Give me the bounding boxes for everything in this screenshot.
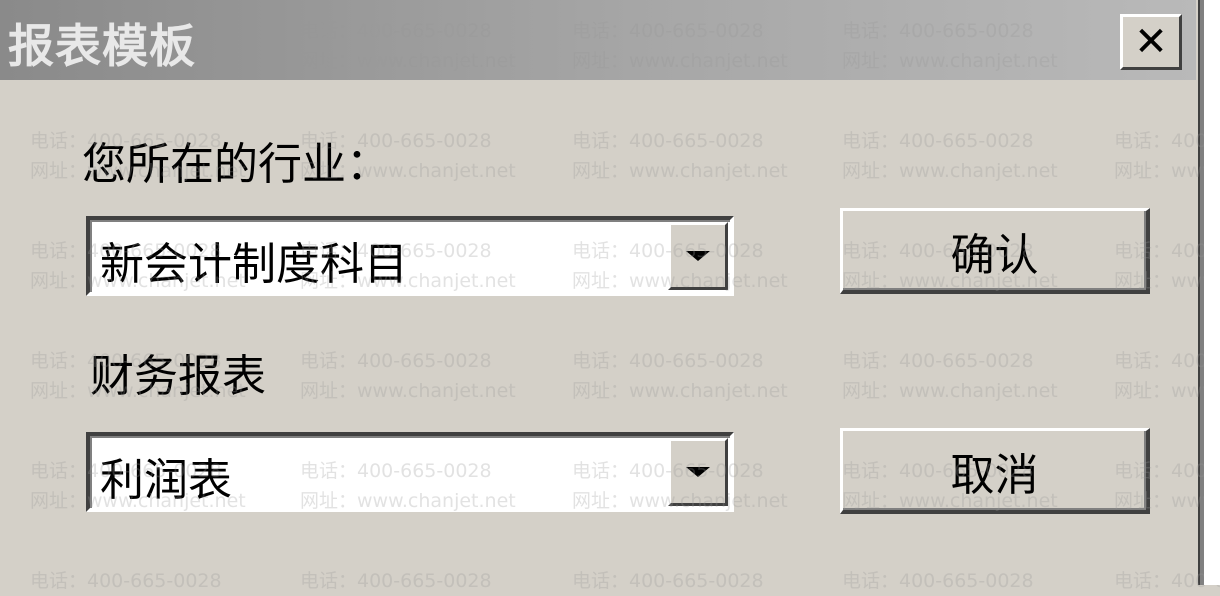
watermark-text: 电话：400-665-0028网址：www.chanjet.net <box>572 350 788 402</box>
watermark-text: 电话：400-665-0028网址：www.chanjet.net <box>842 130 1058 182</box>
report-dropdown-button[interactable] <box>668 438 728 506</box>
industry-dropdown-button[interactable] <box>668 222 728 290</box>
confirm-button[interactable]: 确认 <box>840 208 1150 294</box>
close-icon: ✕ <box>1134 19 1168 65</box>
industry-select[interactable]: 新会计制度科目 <box>86 216 734 296</box>
watermark-text: 电话：400-665-0028网址：www.chanjet.net <box>300 350 516 402</box>
title-bar[interactable]: 报表模板 ✕ <box>0 0 1196 80</box>
watermark-text: 电话：400-665-0028网址：www.chanjet.net <box>842 350 1058 402</box>
industry-selected-value: 新会计制度科目 <box>100 239 408 290</box>
report-template-dialog: 报表模板 ✕ 您所在的行业： 新会计制度科目 确认 财务报表 利润表 取消 电话… <box>0 0 1220 592</box>
industry-label: 您所在的行业： <box>82 139 390 190</box>
window-edge <box>1204 0 1220 585</box>
chevron-down-icon <box>686 467 710 477</box>
chevron-down-icon <box>686 251 710 261</box>
close-button[interactable]: ✕ <box>1120 14 1182 70</box>
watermark-text: 电话：400-665-0028 <box>842 570 1034 592</box>
report-label: 财务报表 <box>90 351 266 402</box>
dialog-title: 报表模板 <box>8 19 196 73</box>
watermark-text: 电话：400-665-0028网址：www.chanjet.net <box>572 130 788 182</box>
report-selected-value: 利润表 <box>100 455 232 506</box>
watermark-text: 电话：400-665-0028 <box>300 570 492 592</box>
report-select[interactable]: 利润表 <box>86 432 734 512</box>
cancel-button[interactable]: 取消 <box>840 428 1150 514</box>
watermark-text: 电话：400-665-0028 <box>572 570 764 592</box>
watermark-text: 电话：400-665-0028 <box>30 570 222 592</box>
